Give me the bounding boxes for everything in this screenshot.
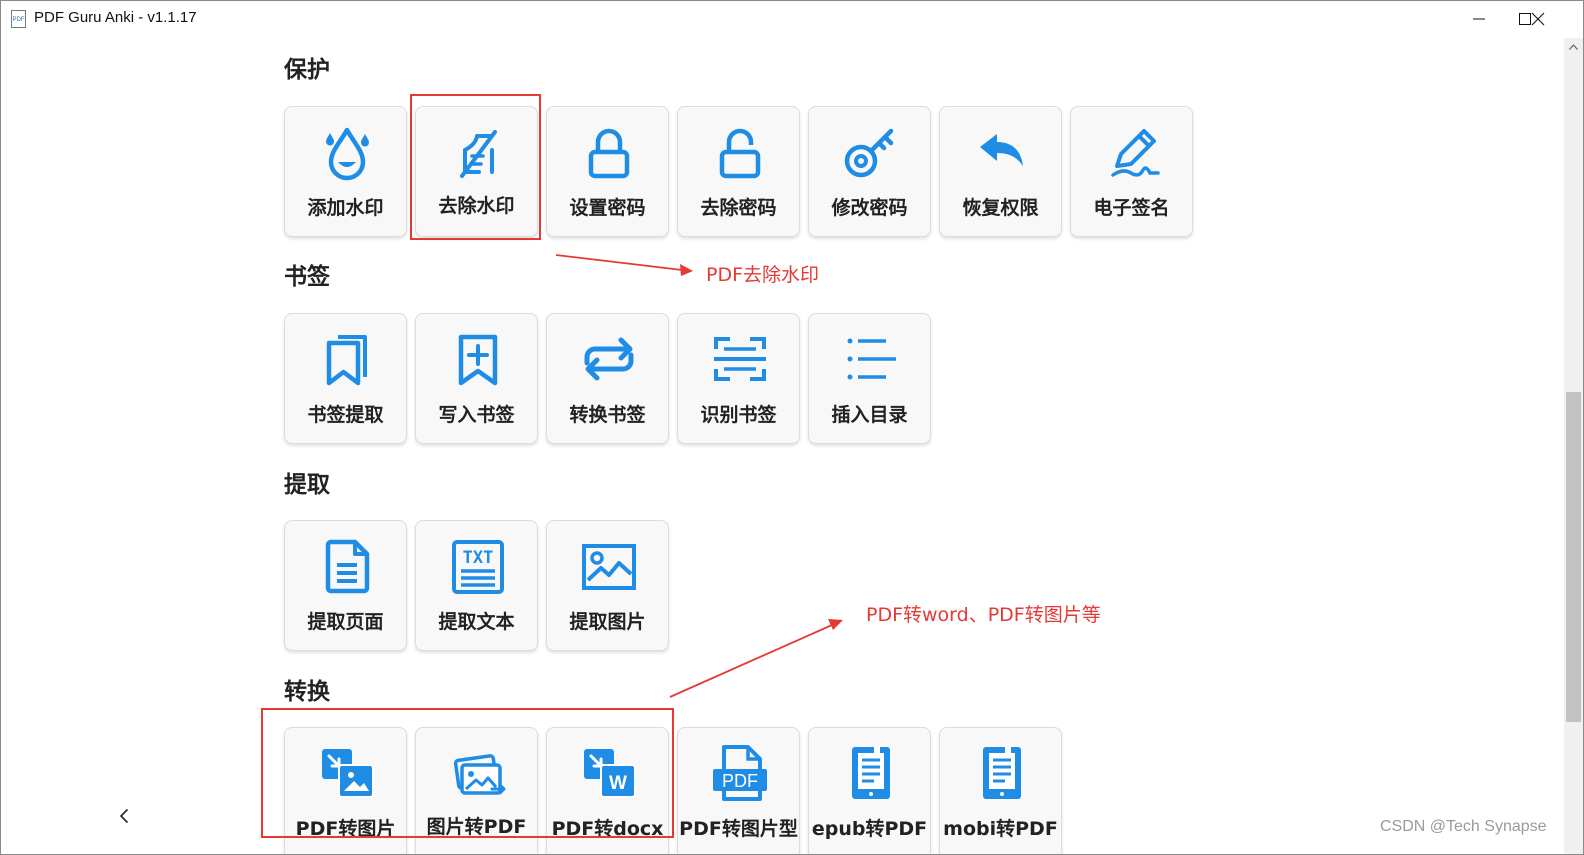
tile-change-password[interactable]: 修改密码	[808, 106, 931, 237]
tile-recognize-bookmarks[interactable]: 识别书签	[677, 313, 800, 444]
arrow-head-convert	[828, 619, 843, 630]
scan-icon	[714, 337, 766, 381]
tile-label: 提取文本	[438, 611, 515, 633]
section-title-bookmark: 书签	[284, 264, 330, 290]
tile-restore-permissions[interactable]: 恢复权限	[939, 106, 1062, 237]
bookmark-add-icon	[458, 334, 498, 386]
tile-extract-pages[interactable]: 提取页面	[284, 520, 407, 651]
tile-mobi-to-pdf[interactable]: mobi转PDF	[939, 727, 1062, 855]
chevron-left-icon	[119, 808, 129, 824]
tile-set-password[interactable]: 设置密码	[546, 106, 669, 237]
tile-label: 修改密码	[831, 197, 908, 219]
tile-label: 恢复权限	[962, 197, 1039, 219]
arrow-line-convert	[669, 624, 833, 698]
svg-text:PDF: PDF	[722, 771, 758, 791]
tile-label: PDF转docx	[551, 818, 664, 840]
scrollbar-thumb[interactable]	[1566, 392, 1581, 722]
section-title-protect: 保护	[284, 57, 330, 83]
tile-label: 转换书签	[569, 404, 646, 426]
list-icon	[847, 338, 896, 380]
tile-label: 写入书签	[438, 404, 515, 426]
ebook-reader-icon	[983, 747, 1021, 799]
tile-label: PDF转图片	[295, 818, 396, 840]
tile-label: 电子签名	[1093, 197, 1170, 219]
svg-text:PDF: PDF	[13, 17, 25, 23]
tile-remove-watermark[interactable]: 去除水印	[415, 106, 538, 237]
tile-label: 识别书签	[700, 404, 777, 426]
ebook-icon	[852, 747, 890, 799]
tile-label: 书签提取	[307, 404, 384, 426]
bookmarks-icon	[326, 335, 367, 386]
tile-pdf-to-image-pdf[interactable]: PDF PDF转图片型	[677, 727, 800, 855]
water-drop-icon	[326, 127, 369, 181]
back-button[interactable]	[115, 803, 133, 829]
tile-add-watermark[interactable]: 添加水印	[284, 106, 407, 237]
close-icon	[1531, 12, 1545, 26]
unlock-icon	[719, 128, 761, 179]
csdn-watermark: CSDN @Tech Synapse	[1380, 818, 1547, 835]
tile-image-to-pdf[interactable]: 图片转PDF	[415, 727, 538, 855]
section-title-convert: 转换	[284, 679, 330, 705]
arrow-head-remove-watermark	[680, 264, 693, 276]
stamp-off-icon	[460, 130, 497, 178]
pdf-to-word-icon: W	[584, 749, 636, 798]
tile-label: 去除水印	[438, 195, 515, 217]
tile-label: 提取页面	[307, 611, 384, 633]
document-icon	[325, 539, 370, 594]
pdf-file-icon: PDF	[713, 745, 767, 801]
images-to-pdf-icon	[453, 754, 506, 795]
annotation-convert: PDF转word、PDF转图片等	[866, 604, 1101, 626]
tile-label: mobi转PDF	[943, 818, 1058, 840]
txt-file-icon: TXT	[452, 540, 504, 594]
image-icon	[582, 544, 636, 590]
close-button[interactable]	[1515, 0, 1561, 38]
tile-e-signature[interactable]: 电子签名	[1070, 106, 1193, 237]
tile-label: 提取图片	[569, 611, 646, 633]
tile-label: epub转PDF	[811, 818, 928, 840]
scroll-up-button[interactable]	[1564, 38, 1583, 56]
repeat-icon	[584, 337, 634, 381]
tile-extract-text[interactable]: TXT 提取文本	[415, 520, 538, 651]
section-title-extract: 提取	[284, 472, 330, 498]
tile-label: 去除密码	[700, 197, 777, 219]
tile-write-bookmarks[interactable]: 写入书签	[415, 313, 538, 444]
tile-insert-toc[interactable]: 插入目录	[808, 313, 931, 444]
annotation-remove-watermark: PDF去除水印	[706, 264, 820, 286]
title-bar: PDF PDF Guru Anki - v1.1.17	[0, 0, 1584, 38]
tile-label: PDF转图片型	[679, 818, 798, 840]
tile-label: 图片转PDF	[426, 816, 527, 838]
tile-label: 插入目录	[831, 404, 908, 426]
svg-text:TXT: TXT	[463, 548, 494, 568]
tile-label: 添加水印	[307, 197, 384, 219]
pdf-to-image-icon	[322, 749, 374, 798]
tile-extract-bookmarks[interactable]: 书签提取	[284, 313, 407, 444]
app-logo-icon: PDF	[11, 10, 26, 28]
tile-convert-bookmarks[interactable]: 转换书签	[546, 313, 669, 444]
tile-remove-password[interactable]: 去除密码	[677, 106, 800, 237]
tile-pdf-to-docx[interactable]: W PDF转docx	[546, 727, 669, 855]
minimize-icon	[1473, 18, 1485, 20]
key-icon	[844, 128, 894, 178]
tile-epub-to-pdf[interactable]: epub转PDF	[808, 727, 931, 855]
tile-label: 设置密码	[569, 197, 646, 219]
arrow-line-remove-watermark	[555, 254, 683, 271]
undo-icon	[980, 134, 1023, 166]
chevron-up-icon	[1569, 44, 1578, 50]
minimize-button[interactable]	[1456, 0, 1502, 38]
tile-pdf-to-image[interactable]: PDF转图片	[284, 727, 407, 855]
window-title: PDF Guru Anki - v1.1.17	[34, 9, 197, 26]
svg-text:W: W	[609, 773, 627, 794]
lock-icon	[588, 128, 630, 179]
tile-extract-images[interactable]: 提取图片	[546, 520, 669, 651]
pen-signature-icon	[1111, 129, 1160, 177]
